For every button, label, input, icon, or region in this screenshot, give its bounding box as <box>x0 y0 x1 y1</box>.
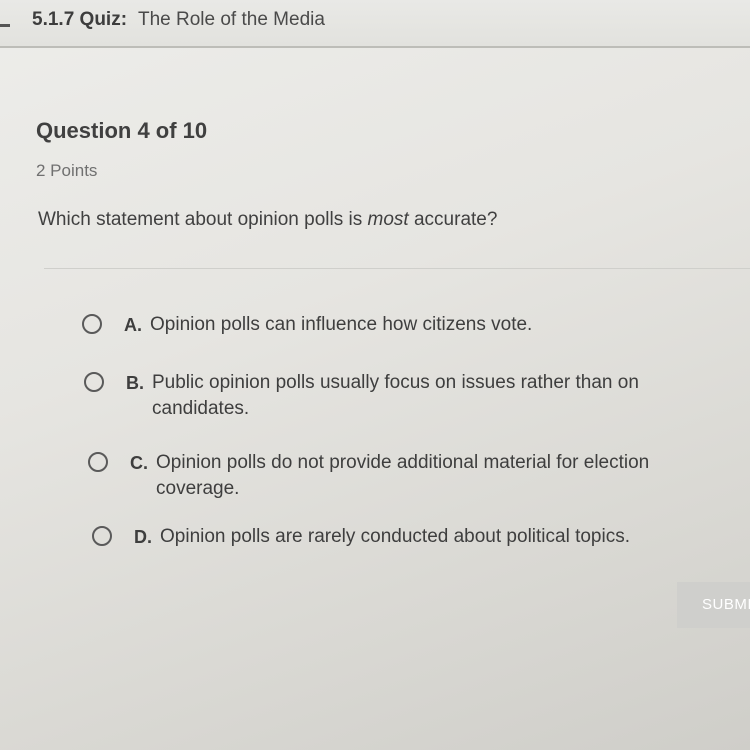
option-letter: D. <box>134 527 152 547</box>
question-points: 2 Points <box>36 161 98 180</box>
answer-option-b[interactable]: B. Public opinion polls usually focus on… <box>84 370 722 422</box>
option-text: Public opinion polls usually focus on is… <box>152 372 639 419</box>
submit-button[interactable]: SUBMIT <box>677 582 750 628</box>
radio-button-icon[interactable] <box>88 452 108 472</box>
radio-button-icon[interactable] <box>84 372 104 392</box>
divider <box>44 268 750 269</box>
prompt-text-end: accurate? <box>408 209 498 230</box>
answer-option-d[interactable]: D. Opinion polls are rarely conducted ab… <box>92 524 730 550</box>
option-text: Opinion polls do not provide additional … <box>156 452 650 499</box>
quiz-kind: Quiz: <box>79 9 128 30</box>
quiz-number: 5.1.7 <box>32 9 75 30</box>
prompt-emphasis: most <box>367 209 409 230</box>
question-heading: Question 4 of 10 <box>36 118 208 143</box>
quiz-title: 5.1.7 Quiz: The Role of the Media <box>32 9 325 31</box>
menu-dash-icon[interactable] <box>0 24 10 27</box>
answer-option-a[interactable]: A. Opinion polls can influence how citiz… <box>82 312 720 338</box>
question-prompt: Which statement about opinion polls is m… <box>38 209 497 231</box>
option-text: Opinion polls are rarely conducted about… <box>160 526 630 547</box>
radio-button-icon[interactable] <box>92 526 112 546</box>
option-letter: B. <box>126 373 144 393</box>
answer-option-c[interactable]: C. Opinion polls do not provide addition… <box>88 450 726 502</box>
quiz-title-text: The Role of the Media <box>137 9 325 30</box>
option-letter: C. <box>130 453 148 473</box>
quiz-header-bar: 5.1.7 Quiz: The Role of the Media <box>0 0 750 48</box>
option-text: Opinion polls can influence how citizens… <box>150 314 533 335</box>
option-letter: A. <box>124 315 142 335</box>
radio-button-icon[interactable] <box>82 314 102 334</box>
prompt-text-start: Which statement about opinion polls is <box>38 209 368 230</box>
